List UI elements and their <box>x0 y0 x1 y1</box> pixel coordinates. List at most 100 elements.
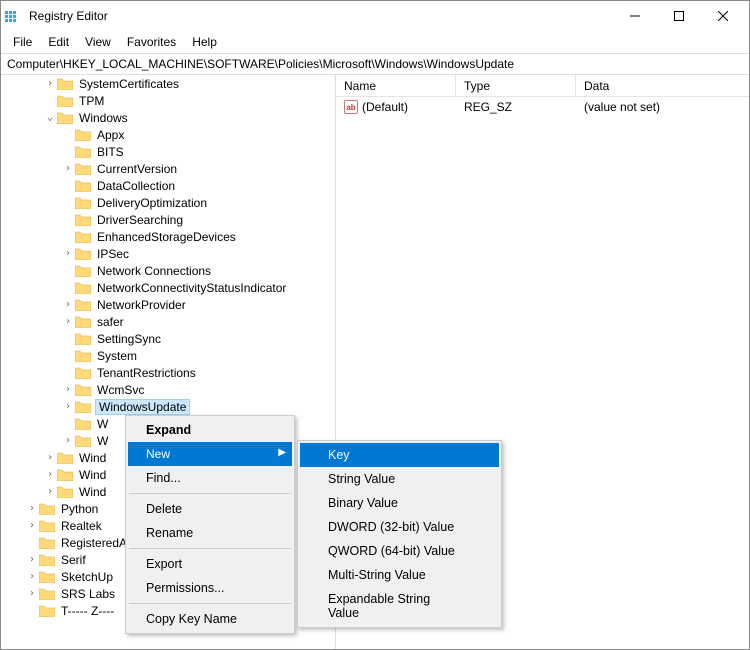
folder-icon <box>75 281 91 294</box>
separator <box>129 603 291 604</box>
submenu-arrow-icon: ▶ <box>278 447 286 458</box>
sub-string[interactable]: String Value <box>300 467 499 491</box>
address-bar[interactable]: Computer\HKEY_LOCAL_MACHINE\SOFTWARE\Pol… <box>1 53 749 75</box>
close-button[interactable] <box>701 2 745 30</box>
sub-dword[interactable]: DWORD (32-bit) Value <box>300 515 499 539</box>
folder-icon <box>75 230 91 243</box>
folder-icon <box>75 366 91 379</box>
menu-view[interactable]: View <box>77 33 119 51</box>
expand-icon[interactable]: › <box>61 400 75 414</box>
separator <box>129 493 291 494</box>
folder-icon <box>75 145 91 158</box>
expand-icon[interactable]: › <box>25 587 39 601</box>
folder-icon <box>75 332 91 345</box>
menu-bar: File Edit View Favorites Help <box>1 31 749 53</box>
ctx-find[interactable]: Find... <box>128 466 292 490</box>
title-bar: Registry Editor <box>1 1 749 31</box>
expand-icon[interactable]: › <box>43 485 57 499</box>
tree-node[interactable]: ›EnhancedStorageDevices <box>7 228 288 245</box>
tree-node[interactable]: ›NetworkProvider <box>7 296 288 313</box>
value-row[interactable]: ab(Default) REG_SZ (value not set) <box>336 97 749 117</box>
folder-icon <box>39 502 55 515</box>
ctx-export[interactable]: Export <box>128 552 292 576</box>
expand-icon[interactable]: › <box>43 451 57 465</box>
expand-icon[interactable]: › <box>61 315 75 329</box>
folder-icon <box>75 196 91 209</box>
sub-expandable[interactable]: Expandable String Value <box>300 587 499 625</box>
tree-node[interactable]: ›CurrentVersion <box>7 160 288 177</box>
tree-node[interactable]: ›DeliveryOptimization <box>7 194 288 211</box>
expand-icon[interactable]: › <box>43 77 57 91</box>
tree-node[interactable]: ›NetworkConnectivityStatusIndicator <box>7 279 288 296</box>
expand-icon[interactable]: › <box>25 553 39 567</box>
folder-icon <box>75 213 91 226</box>
folder-icon <box>75 315 91 328</box>
tree-node[interactable]: ›safer <box>7 313 288 330</box>
folder-icon <box>57 111 73 124</box>
collapse-icon[interactable]: ⌄ <box>43 111 57 125</box>
ctx-expand[interactable]: Expand <box>128 418 292 442</box>
value-type: REG_SZ <box>456 99 576 115</box>
string-value-icon: ab <box>344 100 358 114</box>
tree-node[interactable]: ›Network Connections <box>7 262 288 279</box>
folder-icon <box>75 349 91 362</box>
ctx-permissions[interactable]: Permissions... <box>128 576 292 600</box>
tree-node[interactable]: ›SystemCertificates <box>7 75 288 92</box>
tree-node[interactable]: ›DataCollection <box>7 177 288 194</box>
folder-icon <box>75 417 91 430</box>
expand-icon[interactable]: › <box>61 434 75 448</box>
expand-icon[interactable]: › <box>61 383 75 397</box>
ctx-copykeyname[interactable]: Copy Key Name <box>128 607 292 631</box>
tree-node[interactable]: ›TPM <box>7 92 288 109</box>
sub-key[interactable]: Key <box>300 443 499 467</box>
app-icon <box>5 9 23 23</box>
col-data[interactable]: Data <box>576 75 749 96</box>
sub-qword[interactable]: QWORD (64-bit) Value <box>300 539 499 563</box>
col-name[interactable]: Name <box>336 75 456 96</box>
sub-binary[interactable]: Binary Value <box>300 491 499 515</box>
ctx-rename[interactable]: Rename <box>128 521 292 545</box>
col-type[interactable]: Type <box>456 75 576 96</box>
folder-icon <box>75 179 91 192</box>
tree-node[interactable]: ›TenantRestrictions <box>7 364 288 381</box>
folder-icon <box>39 536 55 549</box>
menu-help[interactable]: Help <box>184 33 225 51</box>
folder-icon <box>39 519 55 532</box>
expand-icon[interactable]: › <box>25 519 39 533</box>
tree-node[interactable]: ›Appx <box>7 126 288 143</box>
folder-icon <box>75 298 91 311</box>
window-title: Registry Editor <box>29 9 613 23</box>
tree-node[interactable]: ›DriverSearching <box>7 211 288 228</box>
folder-icon <box>75 128 91 141</box>
context-menu: Expand New▶ Find... Delete Rename Export… <box>125 415 295 634</box>
maximize-button[interactable] <box>657 2 701 30</box>
tree-node[interactable]: ›BITS <box>7 143 288 160</box>
expand-icon[interactable]: › <box>43 468 57 482</box>
separator <box>129 548 291 549</box>
tree-node[interactable]: ›System <box>7 347 288 364</box>
ctx-new[interactable]: New▶ <box>128 442 292 466</box>
folder-icon <box>57 451 73 464</box>
expand-icon[interactable]: › <box>25 502 39 516</box>
sub-multistring[interactable]: Multi-String Value <box>300 563 499 587</box>
tree-node[interactable]: ›WcmSvc <box>7 381 288 398</box>
tree-node[interactable]: ›IPSec <box>7 245 288 262</box>
menu-favorites[interactable]: Favorites <box>119 33 184 51</box>
menu-file[interactable]: File <box>5 33 40 51</box>
expand-icon[interactable]: › <box>61 247 75 261</box>
folder-icon <box>75 434 91 447</box>
folder-icon <box>75 247 91 260</box>
value-name: (Default) <box>362 100 408 114</box>
tree-node-selected[interactable]: ›WindowsUpdate <box>7 398 288 415</box>
menu-edit[interactable]: Edit <box>40 33 77 51</box>
tree-node[interactable]: ›SettingSync <box>7 330 288 347</box>
folder-icon <box>57 77 73 90</box>
expand-icon[interactable]: › <box>61 162 75 176</box>
tree-node[interactable]: ⌄Windows <box>7 109 288 126</box>
folder-icon <box>75 264 91 277</box>
minimize-button[interactable] <box>613 2 657 30</box>
ctx-delete[interactable]: Delete <box>128 497 292 521</box>
folder-icon <box>39 587 55 600</box>
expand-icon[interactable]: › <box>25 570 39 584</box>
expand-icon[interactable]: › <box>61 298 75 312</box>
